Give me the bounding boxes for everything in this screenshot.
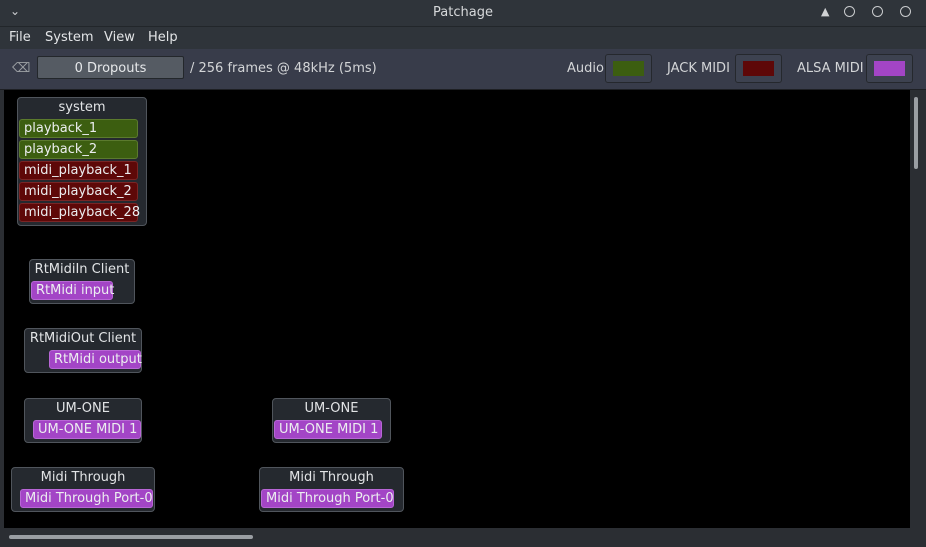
module-title: RtMidiIn Client (34, 262, 130, 277)
port-rtmidi-output[interactable]: RtMidi output (49, 350, 142, 369)
minimize-icon[interactable] (844, 6, 855, 17)
audio-legend-label: Audio (567, 61, 604, 76)
menu-file[interactable]: File (9, 30, 31, 45)
module-title: UM-ONE (56, 401, 110, 416)
keep-above-icon[interactable]: ▲ (821, 5, 829, 18)
module-um-one[interactable]: UM-ONE UM-ONE MIDI 1 (272, 398, 391, 443)
toolbar: ⌫ 0 Dropouts / 256 frames @ 48kHz (5ms) … (0, 49, 926, 90)
dropouts-counter: 0 Dropouts (37, 56, 184, 79)
menu-bar: File System View Help (0, 27, 926, 49)
alsa-midi-color-swatch (874, 61, 905, 76)
port-playback-2[interactable]: playback_2 (19, 140, 138, 159)
module-um-one[interactable]: UM-ONE UM-ONE MIDI 1 (24, 398, 142, 443)
audio-color-button[interactable] (605, 54, 652, 83)
jack-midi-color-button[interactable] (735, 54, 782, 83)
port-midi-playback-28[interactable]: midi_playback_28 (19, 203, 140, 222)
port-um-one-midi-1[interactable]: UM-ONE MIDI 1 (274, 420, 382, 439)
menu-view[interactable]: View (104, 30, 135, 45)
clear-dropouts-icon[interactable]: ⌫ (12, 61, 30, 76)
alsa-midi-legend-label: ALSA MIDI (797, 61, 864, 76)
module-rtmidi-in-client[interactable]: RtMidiIn Client RtMidi input (29, 259, 135, 304)
patch-canvas[interactable]: system playback_1 playback_2 midi_playba… (4, 90, 910, 528)
title-bar: ⌄ Patchage ▲ (0, 0, 926, 27)
window-title: Patchage (433, 5, 493, 20)
vertical-scrollbar-thumb[interactable] (914, 97, 918, 169)
module-system[interactable]: system playback_1 playback_2 midi_playba… (17, 97, 147, 226)
module-title: UM-ONE (304, 401, 359, 416)
module-title: system (58, 100, 106, 115)
alsa-midi-color-button[interactable] (866, 54, 913, 83)
jack-midi-color-swatch (743, 61, 774, 76)
port-midi-through-port-0[interactable]: Midi Through Port-0 (20, 489, 153, 508)
module-rtmidi-out-client[interactable]: RtMidiOut Client RtMidi output (24, 328, 142, 373)
module-midi-through[interactable]: Midi Through Midi Through Port-0 (11, 467, 155, 512)
jack-midi-legend-label: JACK MIDI (667, 61, 730, 76)
port-midi-through-port-0[interactable]: Midi Through Port-0 (261, 489, 394, 508)
module-title: Midi Through (289, 470, 374, 485)
menu-help[interactable]: Help (148, 30, 178, 45)
maximize-icon[interactable] (872, 6, 883, 17)
module-midi-through[interactable]: Midi Through Midi Through Port-0 (259, 467, 404, 512)
close-icon[interactable] (900, 6, 911, 17)
port-midi-playback-2[interactable]: midi_playback_2 (19, 182, 138, 201)
module-title: RtMidiOut Client (29, 331, 137, 346)
vertical-scrollbar[interactable] (910, 90, 922, 528)
menu-system[interactable]: System (45, 30, 93, 45)
horizontal-scrollbar[interactable] (4, 528, 922, 542)
buffer-info: / 256 frames @ 48kHz (5ms) (190, 61, 377, 76)
port-midi-playback-1[interactable]: midi_playback_1 (19, 161, 138, 180)
audio-color-swatch (613, 61, 644, 76)
horizontal-scrollbar-thumb[interactable] (9, 535, 253, 539)
port-playback-1[interactable]: playback_1 (19, 119, 138, 138)
port-rtmidi-input[interactable]: RtMidi input (31, 281, 114, 300)
port-um-one-midi-1[interactable]: UM-ONE MIDI 1 (33, 420, 141, 439)
module-title: Midi Through (40, 470, 126, 485)
